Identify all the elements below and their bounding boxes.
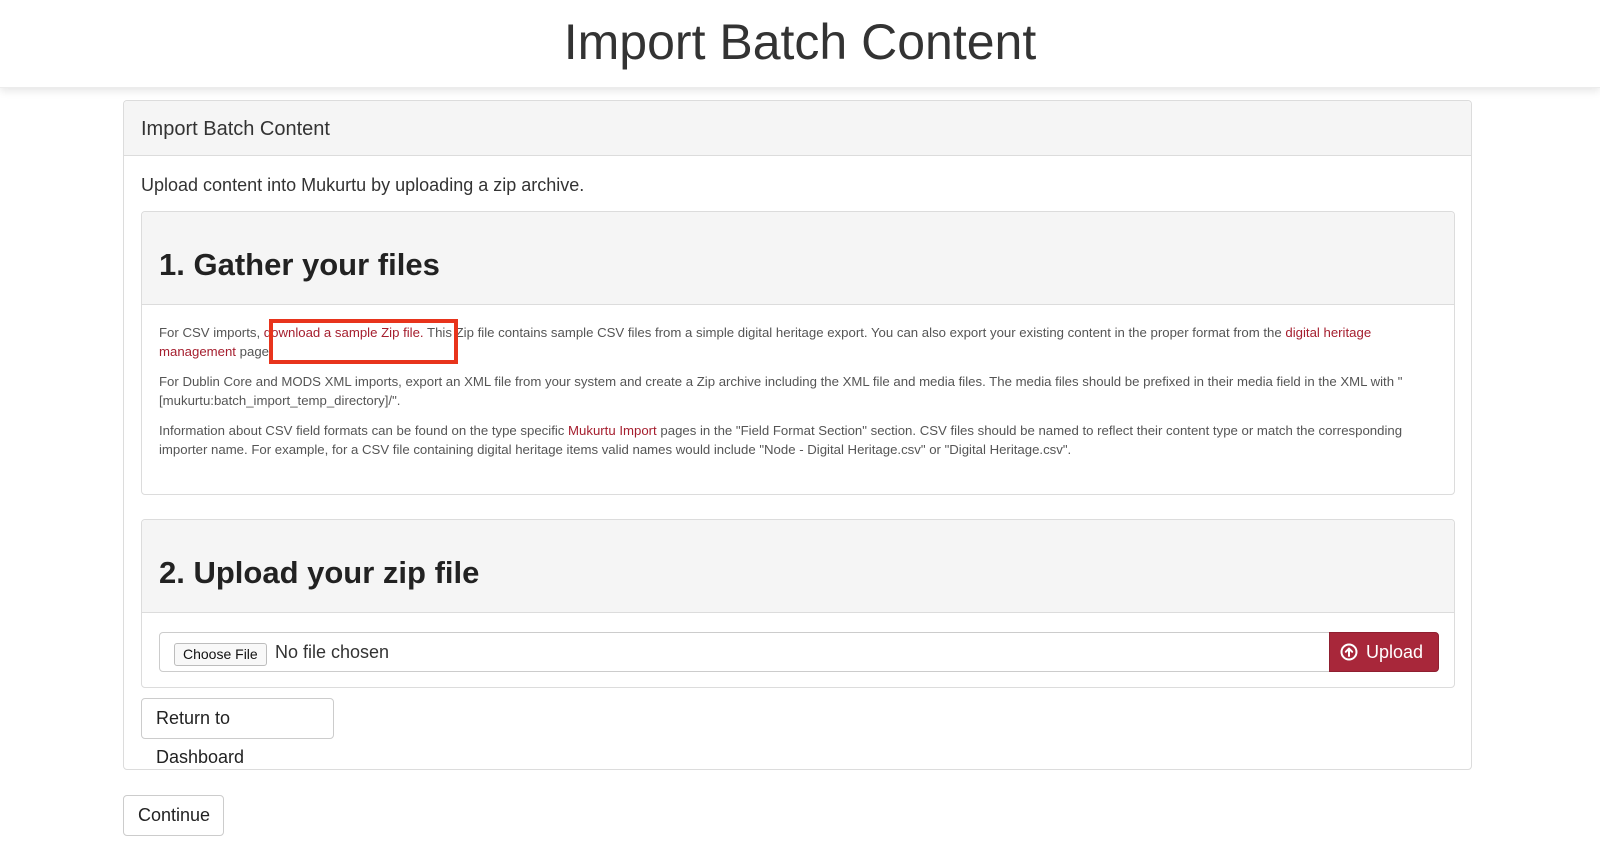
choose-file-button[interactable]: Choose File <box>174 643 267 666</box>
intro-text: Upload content into Mukurtu by uploading… <box>141 175 585 195</box>
csv-text-middle: This Zip file contains sample CSV files … <box>423 325 1286 340</box>
circle-arrow-up-icon <box>1340 643 1358 661</box>
gather-files-legend: 1. Gather your files <box>142 212 1454 305</box>
csv-text-before: For CSV imports, <box>159 325 264 340</box>
upload-zip-legend: 2. Upload your zip file <box>142 520 1454 613</box>
csv-text-after: page. <box>235 344 273 359</box>
upload-button-label: Upload <box>1366 642 1424 662</box>
continue-button[interactable]: Continue <box>123 795 224 836</box>
panel-heading: Import Batch Content <box>124 101 1471 156</box>
gather-files-section: 1. Gather your files For CSV imports, do… <box>141 211 1455 495</box>
upload-button[interactable]: Upload <box>1329 632 1439 672</box>
mukurtu-import-link[interactable]: Mukurtu Import <box>568 423 657 438</box>
return-to-dashboard-button[interactable]: Return to Dashboard <box>141 698 334 767</box>
upload-zip-section: 2. Upload your zip file Choose File No f… <box>141 519 1455 688</box>
file-input-group: Choose File No file chosen Upload <box>159 632 1439 672</box>
field-format-info: Information about CSV field formats can … <box>159 421 1437 459</box>
page-header: Import Batch Content <box>0 0 1600 88</box>
file-status-text: No file chosen <box>275 642 390 662</box>
gather-files-body: For CSV imports, download a sample Zip f… <box>142 305 1454 488</box>
import-panel: Import Batch Content Upload content into… <box>123 100 1472 770</box>
highlight-annotation-box <box>269 319 458 364</box>
page-title: Import Batch Content <box>563 14 1037 70</box>
field-format-text-before: Information about CSV field formats can … <box>159 423 569 438</box>
xml-instructions: For Dublin Core and MODS XML imports, ex… <box>159 374 1403 408</box>
